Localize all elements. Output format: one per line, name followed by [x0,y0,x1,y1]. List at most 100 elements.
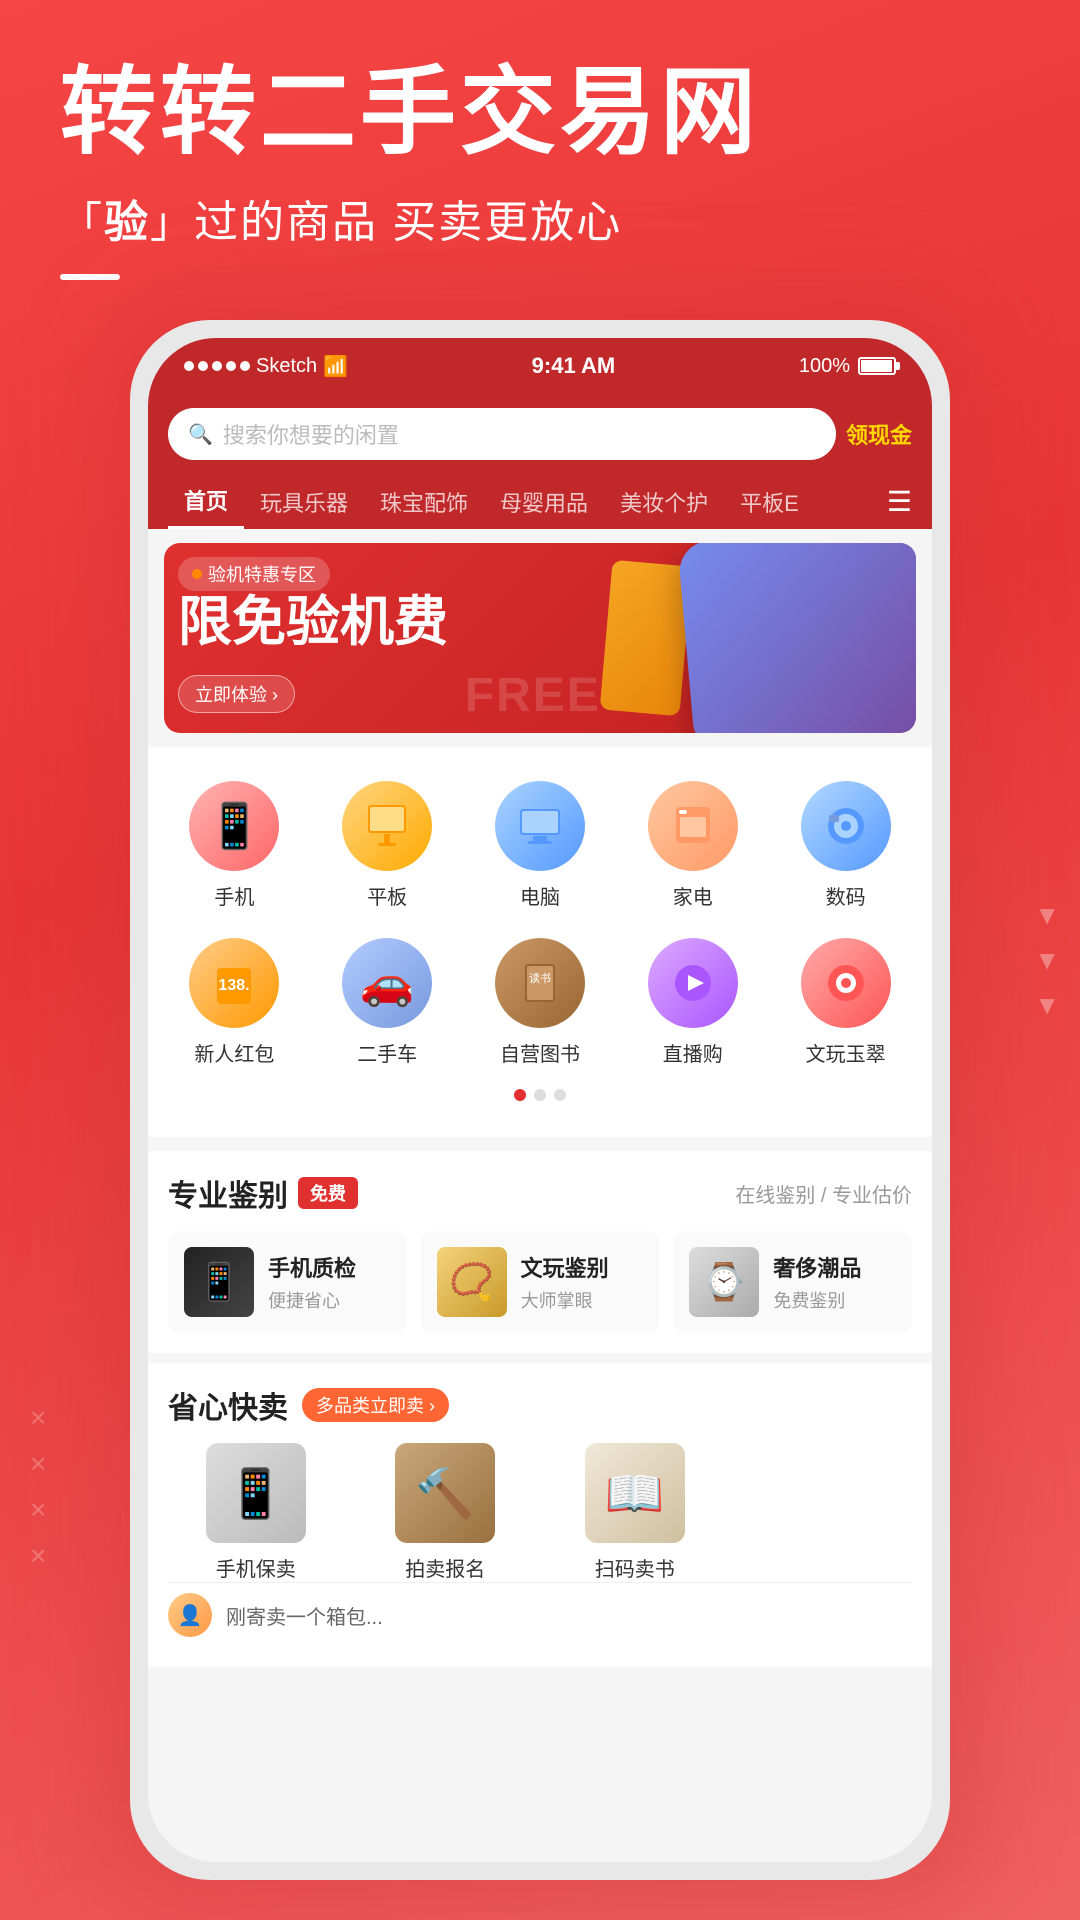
category-item-appliance[interactable]: 家电 [616,767,769,924]
phone-outer: Sketch 📶 9:41 AM 100% 🔍 搜索你想要的闲置 领现金 [130,320,950,1880]
quick-sell-img-scan: 📖 [585,1443,685,1543]
app-subtitle: 「验」过的商品 买卖更放心 [60,186,1020,250]
category-icon-computer [495,781,585,871]
search-bar[interactable]: 🔍 搜索你想要的闲置 [168,408,836,460]
category-icon-appliance [648,781,738,871]
category-item-live[interactable]: 直播购 [616,924,769,1081]
category-label-redpacket: 新人红包 [194,1038,274,1067]
signal-dot-3 [212,361,222,371]
category-item-digital[interactable]: 数码 [769,767,922,924]
carrier-label: Sketch [256,355,317,378]
category-label-phone: 手机 [214,881,254,910]
svg-text:138.: 138. [219,977,250,994]
quick-sell-title: 省心快卖 [168,1383,288,1427]
quick-sell-img-auction: 🔨 [395,1443,495,1543]
category-icon-culture [801,938,891,1028]
category-label-culture: 文玩玉翠 [806,1038,886,1067]
cash-button[interactable]: 领现金 [846,418,912,450]
banner-coupon [600,560,693,716]
appraisal-link[interactable]: 在线鉴别 / 专业估价 [735,1179,912,1208]
header-dash [60,274,120,280]
appraisal-title: 专业鉴别 免费 [168,1171,358,1215]
nav-tab-jewelry[interactable]: 珠宝配饰 [364,476,484,528]
nav-tab-baby[interactable]: 母婴用品 [484,476,604,528]
banner[interactable]: 验机特惠专区 限免验机费 立即体验 › FREE [164,543,916,733]
quick-sell-tag[interactable]: 多品类立即卖 › [302,1388,449,1422]
signal-dot-2 [198,361,208,371]
category-item-phone[interactable]: 📱 手机 [158,767,311,924]
quick-sell-item-auction[interactable]: 🔨 拍卖报名 [358,1443,534,1582]
appraisal-item-desc-luxury: 免费鉴别 [773,1287,861,1313]
category-label-car: 二手车 [357,1038,417,1067]
appraisal-item-title-jewelry: 文玩鉴别 [521,1251,609,1283]
app-title: 转转二手交易网 [60,60,1020,166]
category-grid-row1: 📱 手机 平板 电脑 [148,767,932,1081]
subtitle-bracket-right: 」 [150,199,194,246]
category-item-book[interactable]: 读书 自营图书 [464,924,617,1081]
search-icon: 🔍 [188,422,213,447]
signal-dot-5 [240,361,250,371]
banner-sub-button[interactable]: 立即体验 › [178,675,295,713]
appraisal-text-phone: 手机质检 便捷省心 [268,1251,356,1313]
banner-phone-image [677,543,916,733]
phone-mockup: Sketch 📶 9:41 AM 100% 🔍 搜索你想要的闲置 领现金 [130,320,950,1880]
battery-percent: 100% [799,355,850,378]
appraisal-img-jewelry: 📿 [437,1247,507,1317]
appraisal-item-luxury[interactable]: ⌚ 奢侈潮品 免费鉴别 [673,1231,912,1333]
status-time: 9:41 AM [532,353,616,379]
page-dot-2 [534,1089,546,1101]
category-label-live: 直播购 [663,1038,723,1067]
appraisal-item-title-phone: 手机质检 [268,1251,356,1283]
x-decoration: × × × × [30,1404,46,1570]
banner-badge: 验机特惠专区 [178,557,330,591]
subtitle-highlight: 验 [104,198,150,247]
appraisal-item-phone[interactable]: 📱 手机质检 便捷省心 [168,1231,407,1333]
search-area: 🔍 搜索你想要的闲置 领现金 [148,394,932,474]
nav-tab-home[interactable]: 首页 [168,474,244,529]
appraisal-item-desc-phone: 便捷省心 [268,1287,356,1313]
quick-sell-grid: 📱 手机保卖 🔨 拍卖报名 📖 扫码卖书 [168,1443,912,1582]
appraisal-item-jewelry[interactable]: 📿 文玩鉴别 大师掌眼 [421,1231,660,1333]
arrow-decoration: ▼ ▼ ▼ [1034,900,1060,1021]
quick-sell-header: 省心快卖 多品类立即卖 › [168,1383,912,1427]
page-dot-1 [514,1089,526,1101]
quick-sell-item-scan[interactable]: 📖 扫码卖书 [547,1443,723,1582]
wifi-icon: 📶 [323,354,348,379]
appraisal-badge: 免费 [298,1177,358,1209]
banner-badge-dot [192,569,202,579]
nav-menu-icon[interactable]: ☰ [887,485,912,518]
nav-tab-tablet[interactable]: 平板E [724,476,815,528]
banner-free-text: FREE [465,668,601,723]
nav-tab-beauty[interactable]: 美妆个护 [604,476,724,528]
battery-fill [861,360,892,372]
svg-text:读书: 读书 [529,971,551,985]
signal-dots [184,361,250,371]
quick-sell-section: 省心快卖 多品类立即卖 › 📱 手机保卖 🔨 拍卖报名 📖 扫码卖书 [148,1363,932,1667]
category-icon-digital [801,781,891,871]
category-item-redpacket[interactable]: 138. 新人红包 [158,924,311,1081]
signal-dot-1 [184,361,194,371]
category-icon-car: 🚗 [342,938,432,1028]
category-item-culture[interactable]: 文玩玉翠 [769,924,922,1081]
subtitle-bracket-left: 「 [60,199,104,246]
category-icon-redpacket: 138. [189,938,279,1028]
category-label-tablet: 平板 [367,881,407,910]
phone-inner: Sketch 📶 9:41 AM 100% 🔍 搜索你想要的闲置 领现金 [148,338,932,1862]
appraisal-items: 📱 手机质检 便捷省心 📿 文玩鉴别 大师掌眼 [168,1231,912,1333]
recent-listing-item: 👤 刚寄卖一个箱包... [168,1582,912,1647]
quick-sell-label-phone: 手机保卖 [216,1553,296,1582]
appraisal-item-title-luxury: 奢侈潮品 [773,1251,861,1283]
category-icon-tablet [342,781,432,871]
category-item-car[interactable]: 🚗 二手车 [311,924,464,1081]
appraisal-title-text: 专业鉴别 [168,1171,288,1215]
nav-tab-toys[interactable]: 玩具乐器 [244,476,364,528]
subtitle-rest: 过的商品 买卖更放心 [194,198,622,247]
quick-sell-label-auction: 拍卖报名 [405,1553,485,1582]
quick-sell-item-phone[interactable]: 📱 手机保卖 [168,1443,344,1582]
status-right: 100% [799,355,896,378]
category-item-tablet[interactable]: 平板 [311,767,464,924]
category-section: 📱 手机 平板 电脑 [148,747,932,1137]
appraisal-section: 专业鉴别 免费 在线鉴别 / 专业估价 📱 手机质检 便捷省心 📿 [148,1151,932,1353]
category-item-computer[interactable]: 电脑 [464,767,617,924]
quick-sell-img-phone: 📱 [206,1443,306,1543]
